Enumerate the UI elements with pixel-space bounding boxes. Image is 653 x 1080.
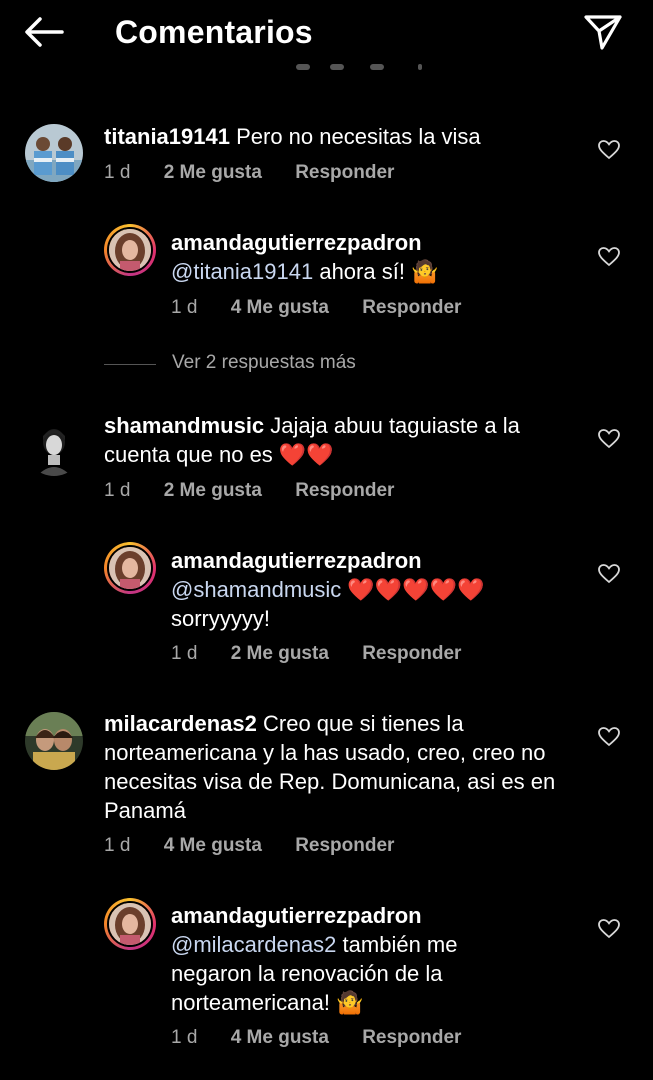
share-button[interactable] bbox=[582, 12, 624, 52]
comment-username[interactable]: titania19141 bbox=[104, 124, 230, 149]
comment-likes[interactable]: 4 Me gusta bbox=[231, 1027, 329, 1048]
avatar[interactable] bbox=[25, 418, 83, 476]
comment-meta: 1 d 2 Me gusta Responder bbox=[104, 480, 422, 502]
reply-button[interactable]: Responder bbox=[362, 643, 461, 664]
like-button[interactable] bbox=[597, 563, 621, 585]
like-button[interactable] bbox=[597, 246, 621, 268]
comment-age: 1 d bbox=[171, 297, 198, 318]
like-button[interactable] bbox=[597, 918, 621, 940]
comment-username[interactable]: amandagutierrezpadron bbox=[171, 546, 571, 575]
reply-button[interactable]: Responder bbox=[362, 1027, 461, 1048]
comment-likes[interactable]: 2 Me gusta bbox=[231, 643, 329, 664]
mention-link[interactable]: @milacardenas2 bbox=[171, 932, 336, 957]
avatar[interactable] bbox=[104, 224, 156, 276]
comment-text: amandagutierrezpadron @milacardenas2 tam… bbox=[171, 901, 531, 1017]
comment-age: 1 d bbox=[104, 162, 131, 183]
view-more-replies-label[interactable]: Ver 2 respuestas más bbox=[172, 352, 356, 374]
scrolled-text-fragment bbox=[0, 58, 653, 80]
reply-button[interactable]: Responder bbox=[295, 162, 394, 183]
like-button[interactable] bbox=[597, 428, 621, 450]
comment-text: amandagutierrezpadron @titania19141 ahor… bbox=[171, 228, 571, 286]
comment-body: Pero no necesitas la visa bbox=[236, 124, 481, 149]
comment-username[interactable]: amandagutierrezpadron bbox=[171, 228, 571, 257]
heart-icon bbox=[598, 140, 620, 160]
comment-username[interactable]: milacardenas2 bbox=[104, 711, 257, 736]
reply-button[interactable]: Responder bbox=[295, 835, 394, 856]
comment-username[interactable]: shamandmusic bbox=[104, 413, 264, 438]
avatar[interactable] bbox=[25, 124, 83, 182]
comment-likes[interactable]: 4 Me gusta bbox=[164, 835, 262, 856]
header: Comentarios bbox=[0, 0, 653, 64]
heart-icon bbox=[598, 247, 620, 267]
paper-plane-icon bbox=[584, 15, 622, 50]
comment-text: shamandmusic Jajaja abuu taguiaste a la … bbox=[104, 411, 574, 469]
comment-meta: 1 d 2 Me gusta Responder bbox=[171, 643, 489, 665]
arrow-left-icon bbox=[25, 17, 64, 47]
comment-username[interactable]: amandagutierrezpadron bbox=[171, 901, 531, 930]
comment-meta: 1 d 4 Me gusta Responder bbox=[171, 1027, 489, 1049]
divider-line bbox=[104, 364, 156, 365]
comment-age: 1 d bbox=[104, 835, 131, 856]
heart-icon bbox=[598, 429, 620, 449]
comment-age: 1 d bbox=[104, 480, 131, 501]
mention-link[interactable]: @shamandmusic bbox=[171, 577, 341, 602]
reply-button[interactable]: Responder bbox=[295, 480, 394, 501]
comment-meta: 1 d 4 Me gusta Responder bbox=[104, 835, 422, 857]
avatar[interactable] bbox=[25, 712, 83, 770]
mention-link[interactable]: @titania19141 bbox=[171, 259, 313, 284]
comment-text: titania19141 Pero no necesitas la visa bbox=[104, 122, 574, 151]
comment-text: amandagutierrezpadron @shamandmusic ❤️❤️… bbox=[171, 546, 571, 633]
back-button[interactable] bbox=[22, 14, 66, 50]
comment-likes[interactable]: 2 Me gusta bbox=[164, 162, 262, 183]
avatar[interactable] bbox=[104, 542, 156, 594]
comment-meta: 1 d 2 Me gusta Responder bbox=[104, 162, 422, 184]
comment-age: 1 d bbox=[171, 1027, 198, 1048]
comment-likes[interactable]: 2 Me gusta bbox=[164, 480, 262, 501]
page-title: Comentarios bbox=[115, 14, 313, 50]
heart-icon bbox=[598, 919, 620, 939]
heart-icon bbox=[598, 564, 620, 584]
comment-body: ahora sí! 🤷 bbox=[313, 259, 439, 284]
heart-icon bbox=[598, 727, 620, 747]
comment-likes[interactable]: 4 Me gusta bbox=[231, 297, 329, 318]
comment-meta: 1 d 4 Me gusta Responder bbox=[171, 297, 489, 319]
reply-button[interactable]: Responder bbox=[362, 297, 461, 318]
comment-age: 1 d bbox=[171, 643, 198, 664]
comment-text: milacardenas2 Creo que si tienes la nort… bbox=[104, 709, 574, 825]
like-button[interactable] bbox=[597, 726, 621, 748]
like-button[interactable] bbox=[597, 139, 621, 161]
avatar[interactable] bbox=[104, 898, 156, 950]
